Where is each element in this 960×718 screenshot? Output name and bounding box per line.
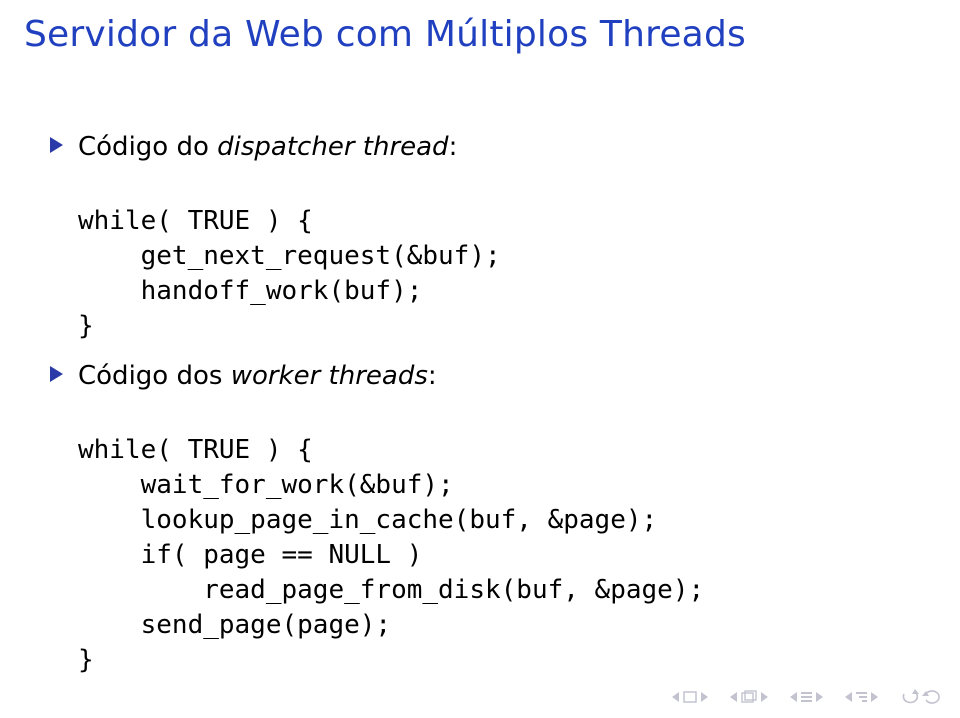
bullet-lead: Código dos [78,361,231,391]
nav-next-section-icon[interactable] [816,692,823,702]
bullet-text: Código dos worker threads: [78,361,437,391]
nav-frame-group [730,690,768,704]
bullet-text: Código do dispatcher thread: [78,132,457,162]
nav-prev-slide-icon[interactable] [672,692,679,702]
code-block: while( TRUE ) { wait_for_work(&buf); loo… [78,398,920,679]
code-line: read_page_from_disk(buf, &page); [78,575,704,605]
code-line: while( TRUE ) { [78,206,313,236]
bullet-tail: : [428,361,437,391]
slide: Servidor da Web com Múltiplos Threads Có… [0,0,960,718]
bullet-emph: worker threads [231,361,428,391]
bullet-item: Código do dispatcher thread: [78,130,920,165]
code-line: wait_for_work(&buf); [78,470,454,500]
nav-subsection-icon[interactable] [856,692,867,702]
nav-section-icon[interactable] [801,692,812,702]
nav-prev-subsection-icon[interactable] [845,692,852,702]
nav-next-subsection-icon[interactable] [871,692,878,702]
nav-go-group [900,688,942,706]
nav-section-group [790,692,823,702]
code-line: handoff_work(buf); [78,276,422,306]
code-block: while( TRUE ) { get_next_request(&buf); … [78,169,920,344]
nav-frame-icon[interactable] [741,690,757,704]
nav-next-frame-icon[interactable] [761,692,768,702]
nav-slide-group [672,691,708,703]
nav-subsection-group [845,692,878,702]
bullet-marker-icon [50,366,63,382]
code-line: lookup_page_in_cache(buf, &page); [78,505,657,535]
code-line: get_next_request(&buf); [78,241,501,271]
slide-title: Servidor da Web com Múltiplos Threads [24,14,746,55]
slide-content: Código do dispatcher thread: while( TRUE… [78,130,920,692]
nav-prev-section-icon[interactable] [790,692,797,702]
bullet-tail: : [449,132,458,162]
nav-reload-icon[interactable] [922,688,942,706]
bullet-emph: dispatcher thread [217,132,448,162]
code-line: if( page == NULL ) [78,540,422,570]
code-line: while( TRUE ) { [78,435,313,465]
nav-back-icon[interactable] [900,689,918,705]
bullet-marker-icon [50,137,63,153]
bullet-item: Código dos worker threads: [78,359,920,394]
code-line: } [78,311,94,341]
nav-next-slide-icon[interactable] [701,692,708,702]
bullet-lead: Código do [78,132,217,162]
beamer-nav [672,688,942,706]
code-line: send_page(page); [78,610,391,640]
nav-prev-frame-icon[interactable] [730,692,737,702]
nav-slide-icon[interactable] [683,691,697,703]
code-line: } [78,645,94,675]
